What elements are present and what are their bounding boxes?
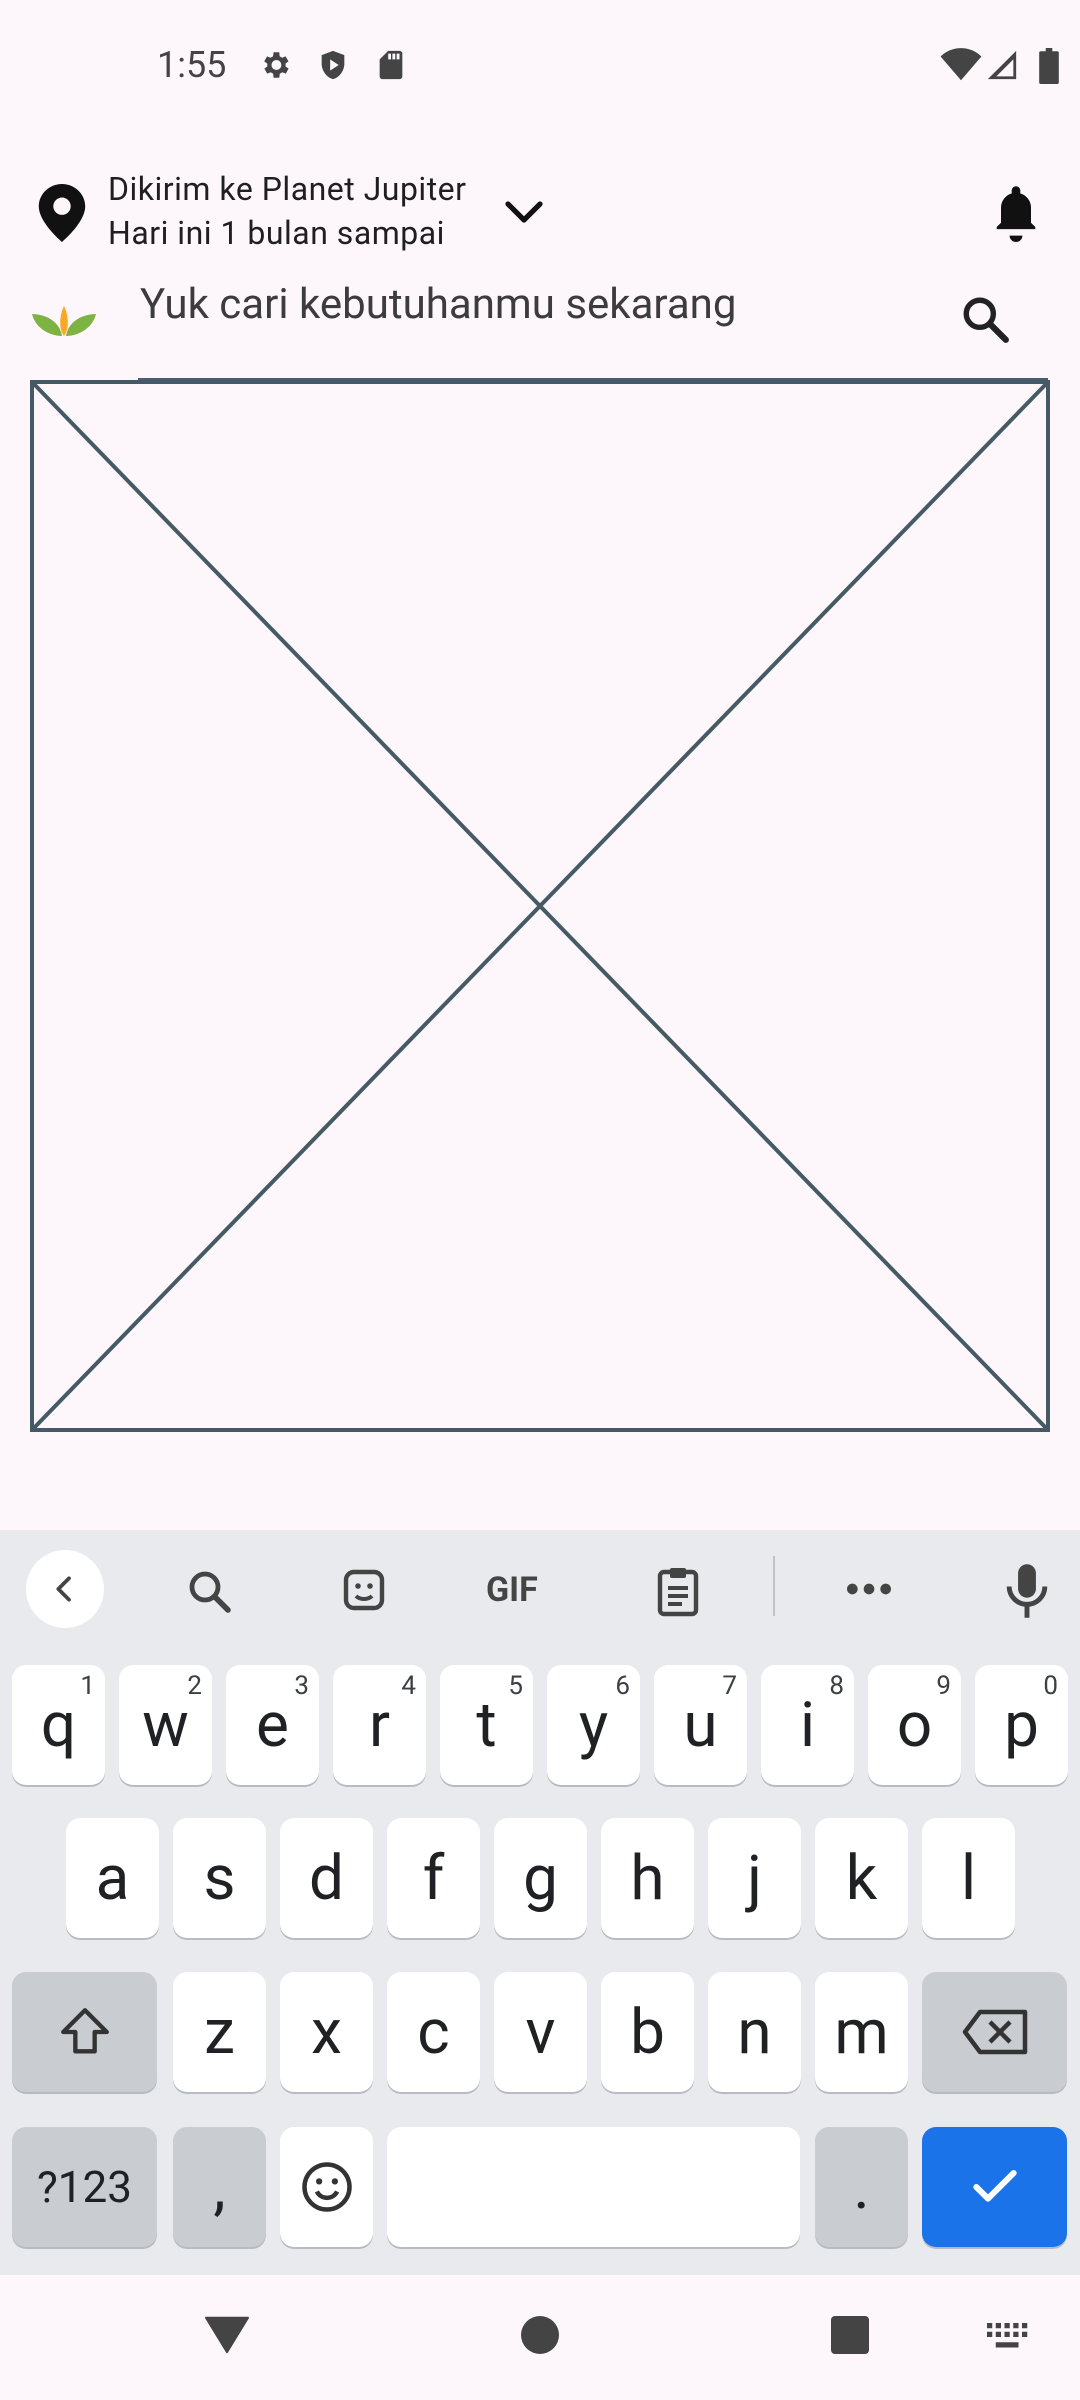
emoji-key[interactable] bbox=[280, 2127, 373, 2247]
key-r[interactable]: r4 bbox=[333, 1665, 426, 1785]
home-circle-icon[interactable] bbox=[520, 2315, 560, 2355]
key-v[interactable]: v bbox=[494, 1972, 587, 2092]
gear-icon bbox=[264, 52, 289, 78]
key-g[interactable]: g bbox=[494, 1818, 587, 1938]
back-triangle-icon[interactable] bbox=[204, 2315, 250, 2355]
battery-icon bbox=[1039, 48, 1059, 84]
shift-key[interactable] bbox=[12, 1972, 157, 2092]
navigation-bar bbox=[0, 2275, 1080, 2400]
key-b[interactable]: b bbox=[601, 1972, 694, 2092]
key-f[interactable]: f bbox=[387, 1818, 480, 1938]
key-w[interactable]: w2 bbox=[119, 1665, 212, 1785]
backspace-icon bbox=[962, 2009, 1027, 2055]
search-input[interactable]: Yuk cari kebutuhanmu sekarang bbox=[140, 280, 736, 329]
key-u[interactable]: u7 bbox=[654, 1665, 747, 1785]
period-key[interactable]: . bbox=[815, 2127, 908, 2247]
wifi-icon bbox=[940, 48, 982, 81]
key-m[interactable]: m bbox=[815, 1972, 908, 2092]
leaf-logo-icon bbox=[32, 306, 96, 336]
done-key[interactable] bbox=[922, 2127, 1067, 2247]
key-d[interactable]: d bbox=[280, 1818, 373, 1938]
toolbar-divider bbox=[773, 1556, 775, 1616]
key-s[interactable]: s bbox=[173, 1818, 266, 1938]
key-z[interactable]: z bbox=[173, 1972, 266, 2092]
recents-square-icon[interactable] bbox=[830, 2315, 870, 2355]
key-l[interactable]: l bbox=[922, 1818, 1015, 1938]
sd-card-icon bbox=[379, 50, 403, 80]
chevron-left-icon bbox=[56, 1576, 71, 1602]
soft-keyboard: GIF q1 w2 e3 r4 t5 y6 u7 i8 o9 p0 a s d … bbox=[0, 1530, 1080, 2275]
key-p[interactable]: p0 bbox=[975, 1665, 1068, 1785]
key-h[interactable]: h bbox=[601, 1818, 694, 1938]
gif-button[interactable]: GIF bbox=[486, 1570, 538, 1610]
search-icon[interactable] bbox=[960, 294, 1010, 344]
emoji-icon bbox=[301, 2162, 352, 2212]
key-a[interactable]: a bbox=[66, 1818, 159, 1938]
keyboard-switch-icon[interactable] bbox=[986, 2323, 1030, 2351]
location-pin-icon[interactable] bbox=[38, 184, 86, 242]
key-y[interactable]: y6 bbox=[547, 1665, 640, 1785]
key-j[interactable]: j bbox=[708, 1818, 801, 1938]
key-n[interactable]: n bbox=[708, 1972, 801, 2092]
shift-icon bbox=[60, 2008, 109, 2054]
delivery-eta-label[interactable]: Hari ini 1 bulan sampai bbox=[108, 214, 445, 252]
mic-icon[interactable] bbox=[1004, 1562, 1050, 1620]
sticker-icon[interactable] bbox=[340, 1566, 388, 1614]
key-q[interactable]: q1 bbox=[12, 1665, 105, 1785]
image-placeholder bbox=[30, 380, 1050, 1432]
key-x[interactable]: x bbox=[280, 1972, 373, 2092]
backspace-key[interactable] bbox=[922, 1972, 1067, 2092]
key-e[interactable]: e3 bbox=[226, 1665, 319, 1785]
delivery-location-label[interactable]: Dikirim ke Planet Jupiter bbox=[108, 170, 466, 208]
key-c[interactable]: c bbox=[387, 1972, 480, 2092]
more-icon[interactable] bbox=[844, 1580, 894, 1598]
comma-key[interactable]: , bbox=[173, 2127, 266, 2247]
keyboard-back-button[interactable] bbox=[26, 1550, 104, 1628]
key-t[interactable]: t5 bbox=[440, 1665, 533, 1785]
clipboard-icon[interactable] bbox=[654, 1564, 702, 1618]
shield-play-icon bbox=[321, 50, 345, 80]
symbols-key[interactable]: ?123 bbox=[12, 2127, 157, 2247]
status-time: 1:55 bbox=[157, 44, 227, 86]
key-i[interactable]: i8 bbox=[761, 1665, 854, 1785]
chevron-down-icon[interactable] bbox=[504, 198, 544, 226]
signal-icon bbox=[987, 50, 1017, 80]
space-key[interactable] bbox=[387, 2127, 800, 2247]
keyboard-search-icon[interactable] bbox=[186, 1568, 234, 1616]
checkmark-icon bbox=[972, 2169, 1017, 2202]
bell-icon[interactable] bbox=[990, 182, 1042, 242]
key-o[interactable]: o9 bbox=[868, 1665, 961, 1785]
key-k[interactable]: k bbox=[815, 1818, 908, 1938]
